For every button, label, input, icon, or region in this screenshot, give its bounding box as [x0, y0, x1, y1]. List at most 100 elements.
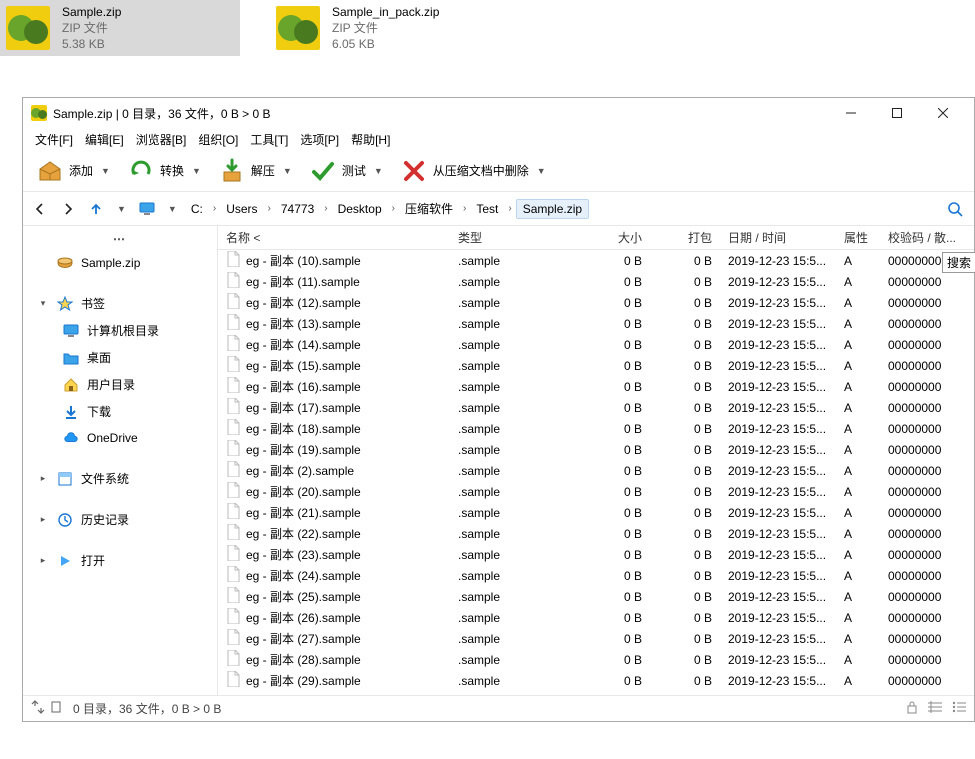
sidebar-open-label: 打开	[81, 552, 105, 569]
archive-icon	[57, 255, 73, 271]
expand-icon[interactable]: ▸	[37, 473, 49, 484]
table-row[interactable]: eg - 副本 (12).sample .sample 0 B 0 B 2019…	[218, 292, 974, 313]
table-row[interactable]: eg - 副本 (29).sample .sample 0 B 0 B 2019…	[218, 670, 974, 691]
sidebar-filesystem[interactable]: ▸ 文件系统	[23, 465, 217, 492]
sidebar-archive[interactable]: Sample.zip	[23, 250, 217, 276]
peazip-icon	[31, 105, 47, 121]
menu-item[interactable]: 组织[O]	[192, 131, 244, 148]
breadcrumb-item[interactable]: Sample.zip	[516, 199, 589, 219]
sidebar-bookmarks[interactable]: ▾ 书签	[23, 290, 217, 317]
table-row[interactable]: eg - 副本 (19).sample .sample 0 B 0 B 2019…	[218, 439, 974, 460]
forward-button[interactable]	[57, 198, 79, 220]
table-row[interactable]: eg - 副本 (28).sample .sample 0 B 0 B 2019…	[218, 649, 974, 670]
table-row[interactable]: eg - 副本 (11).sample .sample 0 B 0 B 2019…	[218, 271, 974, 292]
updown-icon[interactable]	[31, 700, 45, 717]
file-size: 0 B	[570, 254, 650, 268]
breadcrumb-item[interactable]: Test	[470, 200, 504, 218]
table-row[interactable]: eg - 副本 (2).sample .sample 0 B 0 B 2019-…	[218, 460, 974, 481]
add-button[interactable]: 添加 ▼	[29, 154, 118, 188]
test-button[interactable]: 测试 ▼	[302, 154, 391, 188]
col-name[interactable]: 名称 <	[218, 229, 450, 246]
minimize-button[interactable]	[828, 99, 874, 127]
table-row[interactable]: eg - 副本 (10).sample .sample 0 B 0 B 2019…	[218, 250, 974, 271]
desktop-file-tile[interactable]: Sample.zip ZIP 文件 5.38 KB	[0, 0, 240, 56]
chevron-down-icon[interactable]: ▼	[537, 166, 546, 176]
menu-item[interactable]: 选项[P]	[294, 131, 345, 148]
sidebar-bookmark-item[interactable]: OneDrive	[23, 425, 217, 451]
file-attr: A	[836, 422, 880, 436]
file-name: eg - 副本 (29).sample	[246, 672, 361, 689]
file-list[interactable]: 名称 < 类型 大小 打包 日期 / 时间 属性 校验码 / 散... eg -…	[218, 226, 974, 695]
sidebar-bookmark-item[interactable]: 用户目录	[23, 371, 217, 398]
breadcrumb-item[interactable]: Users	[220, 200, 263, 218]
menu-item[interactable]: 工具[T]	[244, 131, 294, 148]
file-packed: 0 B	[650, 674, 720, 688]
search-button[interactable]	[942, 196, 968, 222]
chevron-down-icon[interactable]: ▼	[113, 204, 130, 214]
filter-icon[interactable]	[49, 700, 63, 717]
column-headers: 名称 < 类型 大小 打包 日期 / 时间 属性 校验码 / 散...	[218, 226, 974, 250]
maximize-button[interactable]	[874, 99, 920, 127]
expand-icon[interactable]: ▸	[37, 555, 49, 566]
expand-icon[interactable]: ▸	[37, 514, 49, 525]
table-row[interactable]: eg - 副本 (24).sample .sample 0 B 0 B 2019…	[218, 565, 974, 586]
table-row[interactable]: eg - 副本 (17).sample .sample 0 B 0 B 2019…	[218, 397, 974, 418]
collapse-icon[interactable]: ▾	[37, 298, 49, 309]
menu-item[interactable]: 帮助[H]	[345, 131, 396, 148]
menu-item[interactable]: 浏览器[B]	[130, 131, 193, 148]
col-attr[interactable]: 属性	[836, 229, 880, 246]
table-row[interactable]: eg - 副本 (18).sample .sample 0 B 0 B 2019…	[218, 418, 974, 439]
table-row[interactable]: eg - 副本 (16).sample .sample 0 B 0 B 2019…	[218, 376, 974, 397]
sidebar-menu-dots[interactable]: ⋯	[23, 230, 217, 248]
details-view-icon[interactable]	[928, 701, 942, 716]
file-type: .sample	[450, 485, 570, 499]
col-size[interactable]: 大小	[570, 229, 650, 246]
desktop-file-tile[interactable]: Sample_in_pack.zip ZIP 文件 6.05 KB	[270, 0, 510, 56]
close-button[interactable]	[920, 99, 966, 127]
table-row[interactable]: eg - 副本 (15).sample .sample 0 B 0 B 2019…	[218, 355, 974, 376]
file-packed: 0 B	[650, 653, 720, 667]
breadcrumb-item[interactable]: 压缩软件	[399, 198, 459, 219]
chevron-down-icon[interactable]: ▼	[164, 204, 181, 214]
chevron-down-icon[interactable]: ▼	[101, 166, 110, 176]
menu-item[interactable]: 文件[F]	[29, 131, 79, 148]
breadcrumb-item[interactable]: Desktop	[332, 200, 388, 218]
chevron-down-icon[interactable]: ▼	[374, 166, 383, 176]
table-row[interactable]: eg - 副本 (23).sample .sample 0 B 0 B 2019…	[218, 544, 974, 565]
file-size: 0 B	[570, 338, 650, 352]
lock-icon[interactable]	[906, 700, 918, 717]
convert-button[interactable]: 转换 ▼	[120, 154, 209, 188]
back-button[interactable]	[29, 198, 51, 220]
computer-icon[interactable]	[136, 198, 158, 220]
peazip-icon	[4, 4, 52, 52]
table-row[interactable]: eg - 副本 (27).sample .sample 0 B 0 B 2019…	[218, 628, 974, 649]
menu-item[interactable]: 编辑[E]	[79, 131, 130, 148]
col-checksum[interactable]: 校验码 / 散...	[880, 229, 974, 246]
sidebar-bookmark-item[interactable]: 桌面	[23, 344, 217, 371]
sidebar-bookmark-item[interactable]: 下载	[23, 398, 217, 425]
file-size: 0 B	[570, 527, 650, 541]
table-row[interactable]: eg - 副本 (14).sample .sample 0 B 0 B 2019…	[218, 334, 974, 355]
chevron-down-icon[interactable]: ▼	[283, 166, 292, 176]
up-button[interactable]	[85, 198, 107, 220]
list-view-icon[interactable]	[952, 701, 966, 716]
table-row[interactable]: eg - 副本 (25).sample .sample 0 B 0 B 2019…	[218, 586, 974, 607]
delete-from-archive-button[interactable]: 从压缩文档中删除 ▼	[393, 154, 554, 188]
file-size: 0 B	[570, 422, 650, 436]
table-row[interactable]: eg - 副本 (20).sample .sample 0 B 0 B 2019…	[218, 481, 974, 502]
table-row[interactable]: eg - 副本 (26).sample .sample 0 B 0 B 2019…	[218, 607, 974, 628]
sidebar-history[interactable]: ▸ 历史记录	[23, 506, 217, 533]
extract-button[interactable]: 解压 ▼	[211, 154, 300, 188]
sidebar-bookmark-item[interactable]: 计算机根目录	[23, 317, 217, 344]
col-pack[interactable]: 打包	[650, 229, 720, 246]
col-type[interactable]: 类型	[450, 229, 570, 246]
chevron-down-icon[interactable]: ▼	[192, 166, 201, 176]
file-type: .sample	[450, 338, 570, 352]
sidebar-open[interactable]: ▸ 打开	[23, 547, 217, 574]
col-date[interactable]: 日期 / 时间	[720, 229, 836, 246]
table-row[interactable]: eg - 副本 (22).sample .sample 0 B 0 B 2019…	[218, 523, 974, 544]
table-row[interactable]: eg - 副本 (13).sample .sample 0 B 0 B 2019…	[218, 313, 974, 334]
breadcrumb-item[interactable]: C:	[185, 200, 209, 218]
table-row[interactable]: eg - 副本 (21).sample .sample 0 B 0 B 2019…	[218, 502, 974, 523]
breadcrumb-item[interactable]: 74773	[275, 200, 320, 218]
